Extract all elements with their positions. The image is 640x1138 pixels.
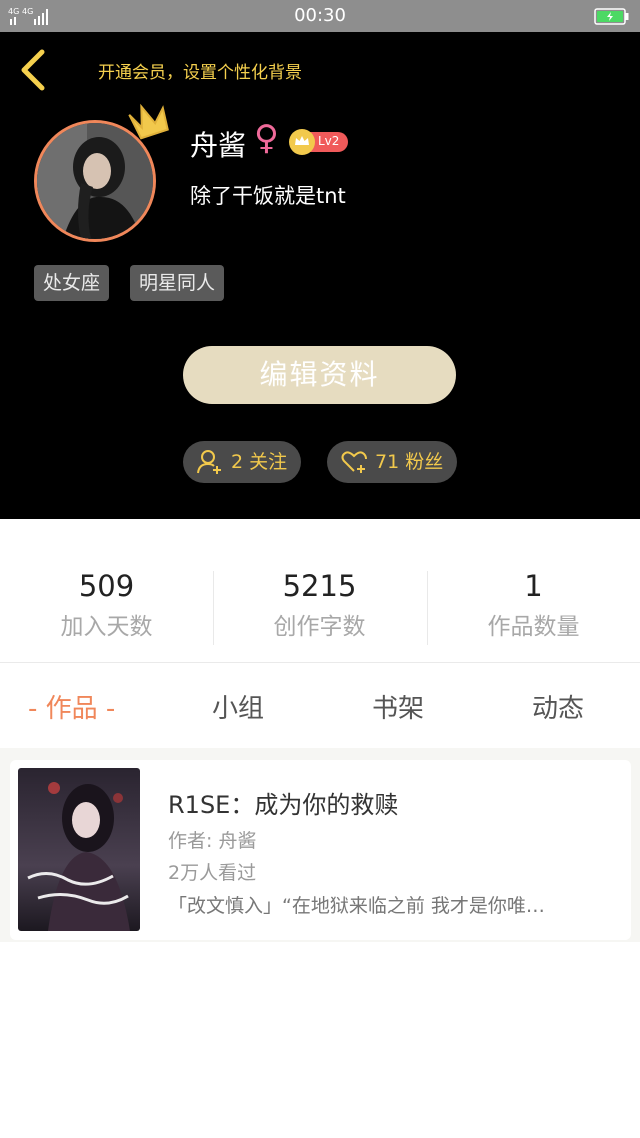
tab-works[interactable]: - 作品 - — [28, 688, 115, 725]
fans-text: 71 粉丝 — [375, 441, 443, 483]
following-label: 关注 — [249, 451, 288, 473]
profile-header: 开通会员，设置个性化背景 舟酱 ♀ Lv2 除了干饭就是tnt 处女座 明星同人… — [0, 32, 640, 519]
status-bar: 4G 4G 00:30 — [0, 0, 640, 32]
crown-icon — [128, 103, 169, 140]
tab-groups[interactable]: 小组 — [212, 688, 264, 725]
stat-label: 加入天数 — [60, 614, 153, 640]
tag-fanfic[interactable]: 明星同人 — [130, 265, 225, 301]
work-title[interactable]: R1SE：成为你的救赎 — [168, 785, 398, 820]
fans-button[interactable]: 71 粉丝 — [327, 441, 457, 483]
stat-label: 作品数量 — [487, 614, 580, 640]
fans-count: 71 — [375, 451, 400, 473]
female-gender-icon: ♀ — [254, 118, 279, 158]
edit-profile-button[interactable]: 编辑资料 — [183, 346, 456, 404]
battery-icon — [594, 8, 629, 25]
username: 舟酱 — [190, 129, 247, 162]
stat-value: 509 — [78, 569, 135, 603]
divider — [0, 662, 640, 663]
stat-word-count: 5215 创作字数 — [213, 569, 426, 641]
bio: 除了干饭就是tnt — [190, 184, 346, 208]
work-views: 2万人看过 — [168, 862, 257, 884]
book-cover-image[interactable] — [18, 768, 140, 931]
work-description: 「改文慎入」“在地狱来临之前 我才是你唯… — [168, 895, 545, 917]
stat-works-count: 1 作品数量 — [427, 569, 640, 641]
stat-value: 1 — [524, 569, 543, 603]
work-author: 作者: 舟酱 — [168, 830, 257, 852]
following-text: 2 关注 — [231, 441, 287, 483]
tag-zodiac[interactable]: 处女座 — [34, 265, 110, 301]
user-add-icon — [197, 450, 221, 474]
vip-prompt-link[interactable]: 开通会员，设置个性化背景 — [98, 58, 302, 83]
stats-row: 509 加入天数 5215 创作字数 1 作品数量 — [0, 519, 640, 662]
stat-value: 5215 — [282, 569, 357, 603]
book-cover-art — [18, 768, 140, 931]
tab-bookshelf[interactable]: 书架 — [372, 688, 424, 725]
fans-label: 粉丝 — [405, 451, 444, 473]
following-count: 2 — [231, 451, 244, 473]
heart-plus-icon — [341, 451, 367, 473]
tab-activity[interactable]: 动态 — [532, 688, 584, 725]
clock: 00:30 — [294, 5, 346, 26]
stat-label: 创作字数 — [273, 614, 366, 640]
level-label: Lv2 — [318, 134, 340, 148]
stat-days-joined: 509 加入天数 — [0, 569, 213, 641]
following-button[interactable]: 2 关注 — [183, 441, 301, 483]
back-arrow-icon[interactable] — [16, 46, 52, 94]
